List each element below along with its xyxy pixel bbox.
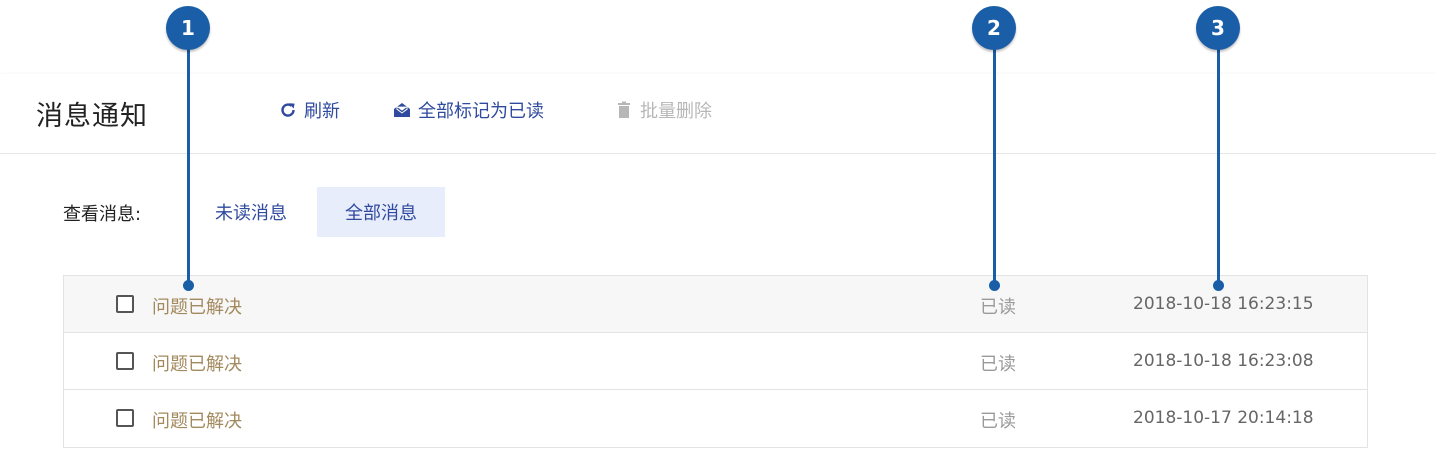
filter-label: 查看消息: [63, 204, 142, 225]
envelope-open-icon [392, 100, 412, 120]
page-title: 消息通知 [36, 101, 148, 132]
mark-all-read-button[interactable]: 全部标记为已读 [392, 98, 544, 122]
message-list: 问题已解决 已读 2018-10-18 16:23:15 问题已解决 已读 20… [63, 275, 1368, 448]
callout-2-line [993, 28, 996, 286]
batch-delete-button[interactable]: 批量删除 [614, 98, 712, 122]
row-checkbox[interactable] [116, 352, 134, 370]
message-title[interactable]: 问题已解决 [152, 293, 242, 319]
list-item[interactable]: 问题已解决 已读 2018-10-18 16:23:08 [64, 333, 1367, 390]
callout-2-dot [989, 280, 1000, 291]
message-title[interactable]: 问题已解决 [152, 350, 242, 376]
tab-unread-messages[interactable]: 未读消息 [196, 187, 306, 237]
message-time: 2018-10-18 16:23:08 [1133, 351, 1314, 371]
message-time: 2018-10-18 16:23:15 [1133, 294, 1314, 314]
refresh-icon [278, 100, 298, 120]
callout-1-dot [183, 280, 194, 291]
row-checkbox[interactable] [116, 295, 134, 313]
header-bar [0, 74, 1436, 154]
trash-icon [614, 100, 634, 120]
message-status: 已读 [980, 411, 1016, 432]
refresh-button[interactable]: 刷新 [278, 98, 340, 122]
callout-3-line [1217, 28, 1220, 286]
callout-3-dot [1213, 280, 1224, 291]
message-status: 已读 [980, 354, 1016, 375]
callout-2-badge: 2 [972, 6, 1016, 50]
list-item[interactable]: 问题已解决 已读 2018-10-18 16:23:15 [64, 276, 1367, 333]
message-status: 已读 [980, 297, 1016, 318]
mark-all-read-label: 全部标记为已读 [418, 101, 544, 122]
refresh-label: 刷新 [304, 101, 340, 122]
callout-1-badge: 1 [166, 6, 210, 50]
row-checkbox[interactable] [116, 409, 134, 427]
list-item[interactable]: 问题已解决 已读 2018-10-17 20:14:18 [64, 390, 1367, 447]
message-title[interactable]: 问题已解决 [152, 407, 242, 433]
callout-3-badge: 3 [1196, 6, 1240, 50]
message-time: 2018-10-17 20:14:18 [1133, 408, 1314, 428]
callout-1-line [187, 28, 190, 286]
batch-delete-label: 批量删除 [640, 101, 712, 122]
tab-all-messages[interactable]: 全部消息 [317, 187, 445, 237]
